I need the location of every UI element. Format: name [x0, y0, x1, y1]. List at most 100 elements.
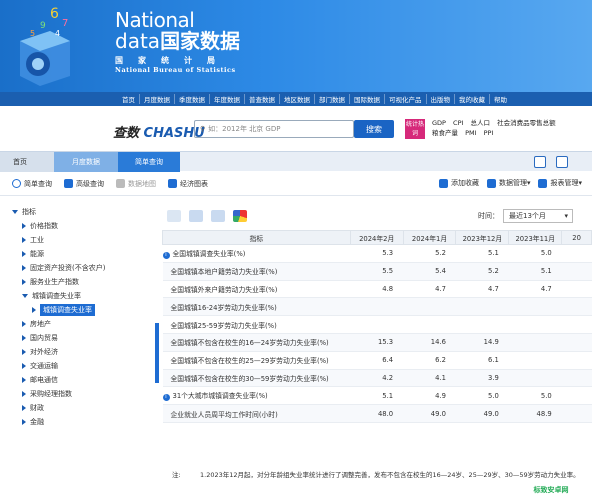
hot-link-pmi[interactable]: PMI: [465, 129, 476, 137]
svg-text:9: 9: [40, 21, 46, 31]
notes-label: 注:: [172, 471, 181, 479]
table-header-row: 指标 2024年2月 2024年1月 2023年12月 2023年11月 20: [162, 230, 592, 245]
breadcrumb-home[interactable]: 首页: [0, 152, 54, 172]
brand: National data国家数据 国家统计局 National Bureau …: [115, 10, 240, 74]
svg-text:6: 6: [50, 6, 59, 22]
tree-item-finance-public[interactable]: 财政: [0, 401, 158, 415]
time-select[interactable]: 最近13个月 ▾: [503, 209, 573, 223]
map-icon: [116, 179, 125, 188]
economic-charts-tool[interactable]: 经济图表: [168, 179, 208, 189]
breadcrumb: 首页 月度数据 简单查询: [0, 151, 592, 172]
hot-words-badge: 统计热词: [405, 119, 425, 139]
search-button[interactable]: 搜索: [354, 120, 394, 138]
simple-query-tool[interactable]: 简单查询: [12, 179, 52, 189]
hot-link-grain[interactable]: 粮食产量: [432, 129, 458, 137]
nav-item-departmental[interactable]: 部门数据: [315, 94, 350, 104]
hot-link-population[interactable]: 总人口: [471, 119, 491, 127]
col-header-2023-11[interactable]: 2023年11月: [508, 230, 563, 245]
add-favorite-button[interactable]: 添加收藏: [438, 178, 479, 188]
data-manage-button[interactable]: 数据管理 ▾: [486, 178, 530, 188]
toolbar: 简单查询 高级查询 数据地图 经济图表 添加收藏 数据管理 ▾ 报表管理 ▾: [0, 172, 592, 196]
nav-item-home[interactable]: 首页: [118, 94, 140, 104]
tree-item-real-estate[interactable]: 房地产: [0, 317, 158, 331]
table-view-icon[interactable]: [167, 210, 181, 222]
table-row: 全国城镇不包含在校生的30—59岁劳动力失业率(%) 4.2 4.1 3.9: [162, 369, 592, 388]
tree-item-industry[interactable]: 工业: [0, 233, 158, 247]
col-header-2024-02[interactable]: 2024年2月: [349, 230, 404, 245]
breadcrumb-simple-query[interactable]: 简单查询: [118, 152, 180, 172]
nav-item-monthly[interactable]: 月度数据: [140, 94, 175, 104]
table-row: 全国城镇不包含在校生的25—29岁劳动力失业率(%) 6.4 6.2 6.1: [162, 351, 592, 370]
main-nav: 首页 月度数据 季度数据 年度数据 普查数据 地区数据 部门数据 国际数据 可视…: [0, 92, 592, 106]
line-chart-view-icon[interactable]: [211, 210, 225, 222]
tree-item-foreign-economy[interactable]: 对外经济: [0, 345, 158, 359]
col-header-2024-01[interactable]: 2024年1月: [402, 230, 457, 245]
search-placeholder: 如：2012年 北京 GDP: [208, 125, 281, 133]
nav-item-help[interactable]: 帮助: [490, 94, 511, 104]
table-row: i 31个大城市城镇调查失业率(%) 5.1 4.9 5.0 5.0: [162, 386, 592, 406]
nav-item-regional[interactable]: 地区数据: [280, 94, 315, 104]
data-manage-icon: [486, 178, 496, 188]
tree-item-finance[interactable]: 金融: [0, 415, 158, 429]
chashu-logo: 查数 CHASHU: [113, 126, 205, 141]
brand-line3: 国家统计局: [115, 56, 230, 65]
chevron-down-icon: ▾: [564, 212, 568, 220]
nav-item-census[interactable]: 普查数据: [245, 94, 280, 104]
info-icon[interactable]: i: [162, 251, 170, 259]
tree-item-service-index[interactable]: 服务业生产指数: [0, 275, 158, 289]
brand-line4: National Bureau of Statistics: [115, 66, 236, 74]
svg-text:5: 5: [30, 29, 35, 38]
hot-link-ppi[interactable]: PPI: [484, 129, 494, 137]
brand-line2: data国家数据: [115, 29, 241, 53]
svg-text:7: 7: [62, 18, 68, 29]
nav-item-favorites[interactable]: 我的收藏: [455, 94, 490, 104]
tree-root[interactable]: 指标: [0, 205, 158, 219]
data-map-tool[interactable]: 数据地图: [116, 179, 156, 189]
time-selector: 时间： 最近13个月 ▾: [478, 209, 573, 223]
tree-item-pmi[interactable]: 采购经理指数: [0, 387, 158, 401]
tree-item-domestic-trade[interactable]: 国内贸易: [0, 331, 158, 345]
search-input[interactable]: ⚲ 如：2012年 北京 GDP: [194, 120, 354, 138]
hot-link-cpi[interactable]: CPI: [453, 119, 463, 127]
search-row: 查数 CHASHU ⚲ 如：2012年 北京 GDP 搜索 统计热词 GDP C…: [0, 106, 592, 150]
hot-link-gdp[interactable]: GDP: [432, 119, 446, 127]
report-manage-button[interactable]: 报表管理 ▾: [538, 178, 582, 188]
nav-item-publications[interactable]: 出版物: [427, 94, 455, 104]
advanced-search-icon: [64, 179, 73, 188]
pie-chart-view-icon[interactable]: [233, 210, 247, 222]
info-icon[interactable]: i: [162, 394, 170, 402]
plus-icon: [438, 178, 448, 188]
hot-link-retail[interactable]: 社会消费品零售总额: [497, 119, 556, 127]
tree-item-transport[interactable]: 交通运输: [0, 359, 158, 373]
brand-line1: National: [115, 8, 195, 32]
table-row: 全国城镇外来户籍劳动力失业率(%) 4.8 4.7 4.7 4.7: [162, 280, 592, 299]
report-icon: [538, 178, 548, 188]
main-panel: 时间： 最近13个月 ▾ 指标 2024年2月 2024年1月 2023年12月 …: [162, 205, 592, 500]
tree-subitem-unemployment[interactable]: 城镇调查失业率: [0, 303, 158, 317]
tree-item-post-telecom[interactable]: 邮电通信: [0, 373, 158, 387]
tree-item-unemployment[interactable]: 城镇调查失业率: [0, 289, 158, 303]
sidebar-scrollbar[interactable]: [155, 323, 159, 383]
nav-item-international[interactable]: 国际数据: [350, 94, 385, 104]
table-row: 全国城镇不包含在校生的16—24岁劳动力失业率(%) 15.3 14.6 14.…: [162, 333, 592, 352]
table-row: 企业就业人员周平均工作时间(小时) 48.0 49.0 49.0 48.9: [162, 404, 592, 423]
svg-text:4: 4: [55, 29, 60, 38]
col-header-indicator[interactable]: 指标: [162, 230, 351, 245]
header-banner: 6 7 9 4 5 National data国家数据 国家统计局 Nation…: [0, 0, 592, 92]
breadcrumb-monthly[interactable]: 月度数据: [54, 152, 118, 172]
national-data-logo-icon: 6 7 9 4 5: [20, 6, 70, 86]
nav-item-annual[interactable]: 年度数据: [210, 94, 245, 104]
tree-item-price[interactable]: 价格指数: [0, 219, 158, 233]
nav-item-visual[interactable]: 可视化产品: [385, 94, 427, 104]
print-icon[interactable]: [556, 156, 568, 168]
data-table: 指标 2024年2月 2024年1月 2023年12月 2023年11月 20 …: [162, 230, 592, 423]
advanced-query-tool[interactable]: 高级查询: [64, 179, 104, 189]
col-header-truncated[interactable]: 20: [561, 230, 592, 245]
bar-chart-view-icon[interactable]: [189, 210, 203, 222]
col-header-2023-12[interactable]: 2023年12月: [455, 230, 510, 245]
tree-item-energy[interactable]: 能源: [0, 247, 158, 261]
nav-item-quarterly[interactable]: 季度数据: [175, 94, 210, 104]
share-icon[interactable]: [534, 156, 546, 168]
tree-item-investment[interactable]: 固定资产投资(不含农户): [0, 261, 158, 275]
table-row: 全国城镇16-24岁劳动力失业率(%): [162, 297, 592, 317]
